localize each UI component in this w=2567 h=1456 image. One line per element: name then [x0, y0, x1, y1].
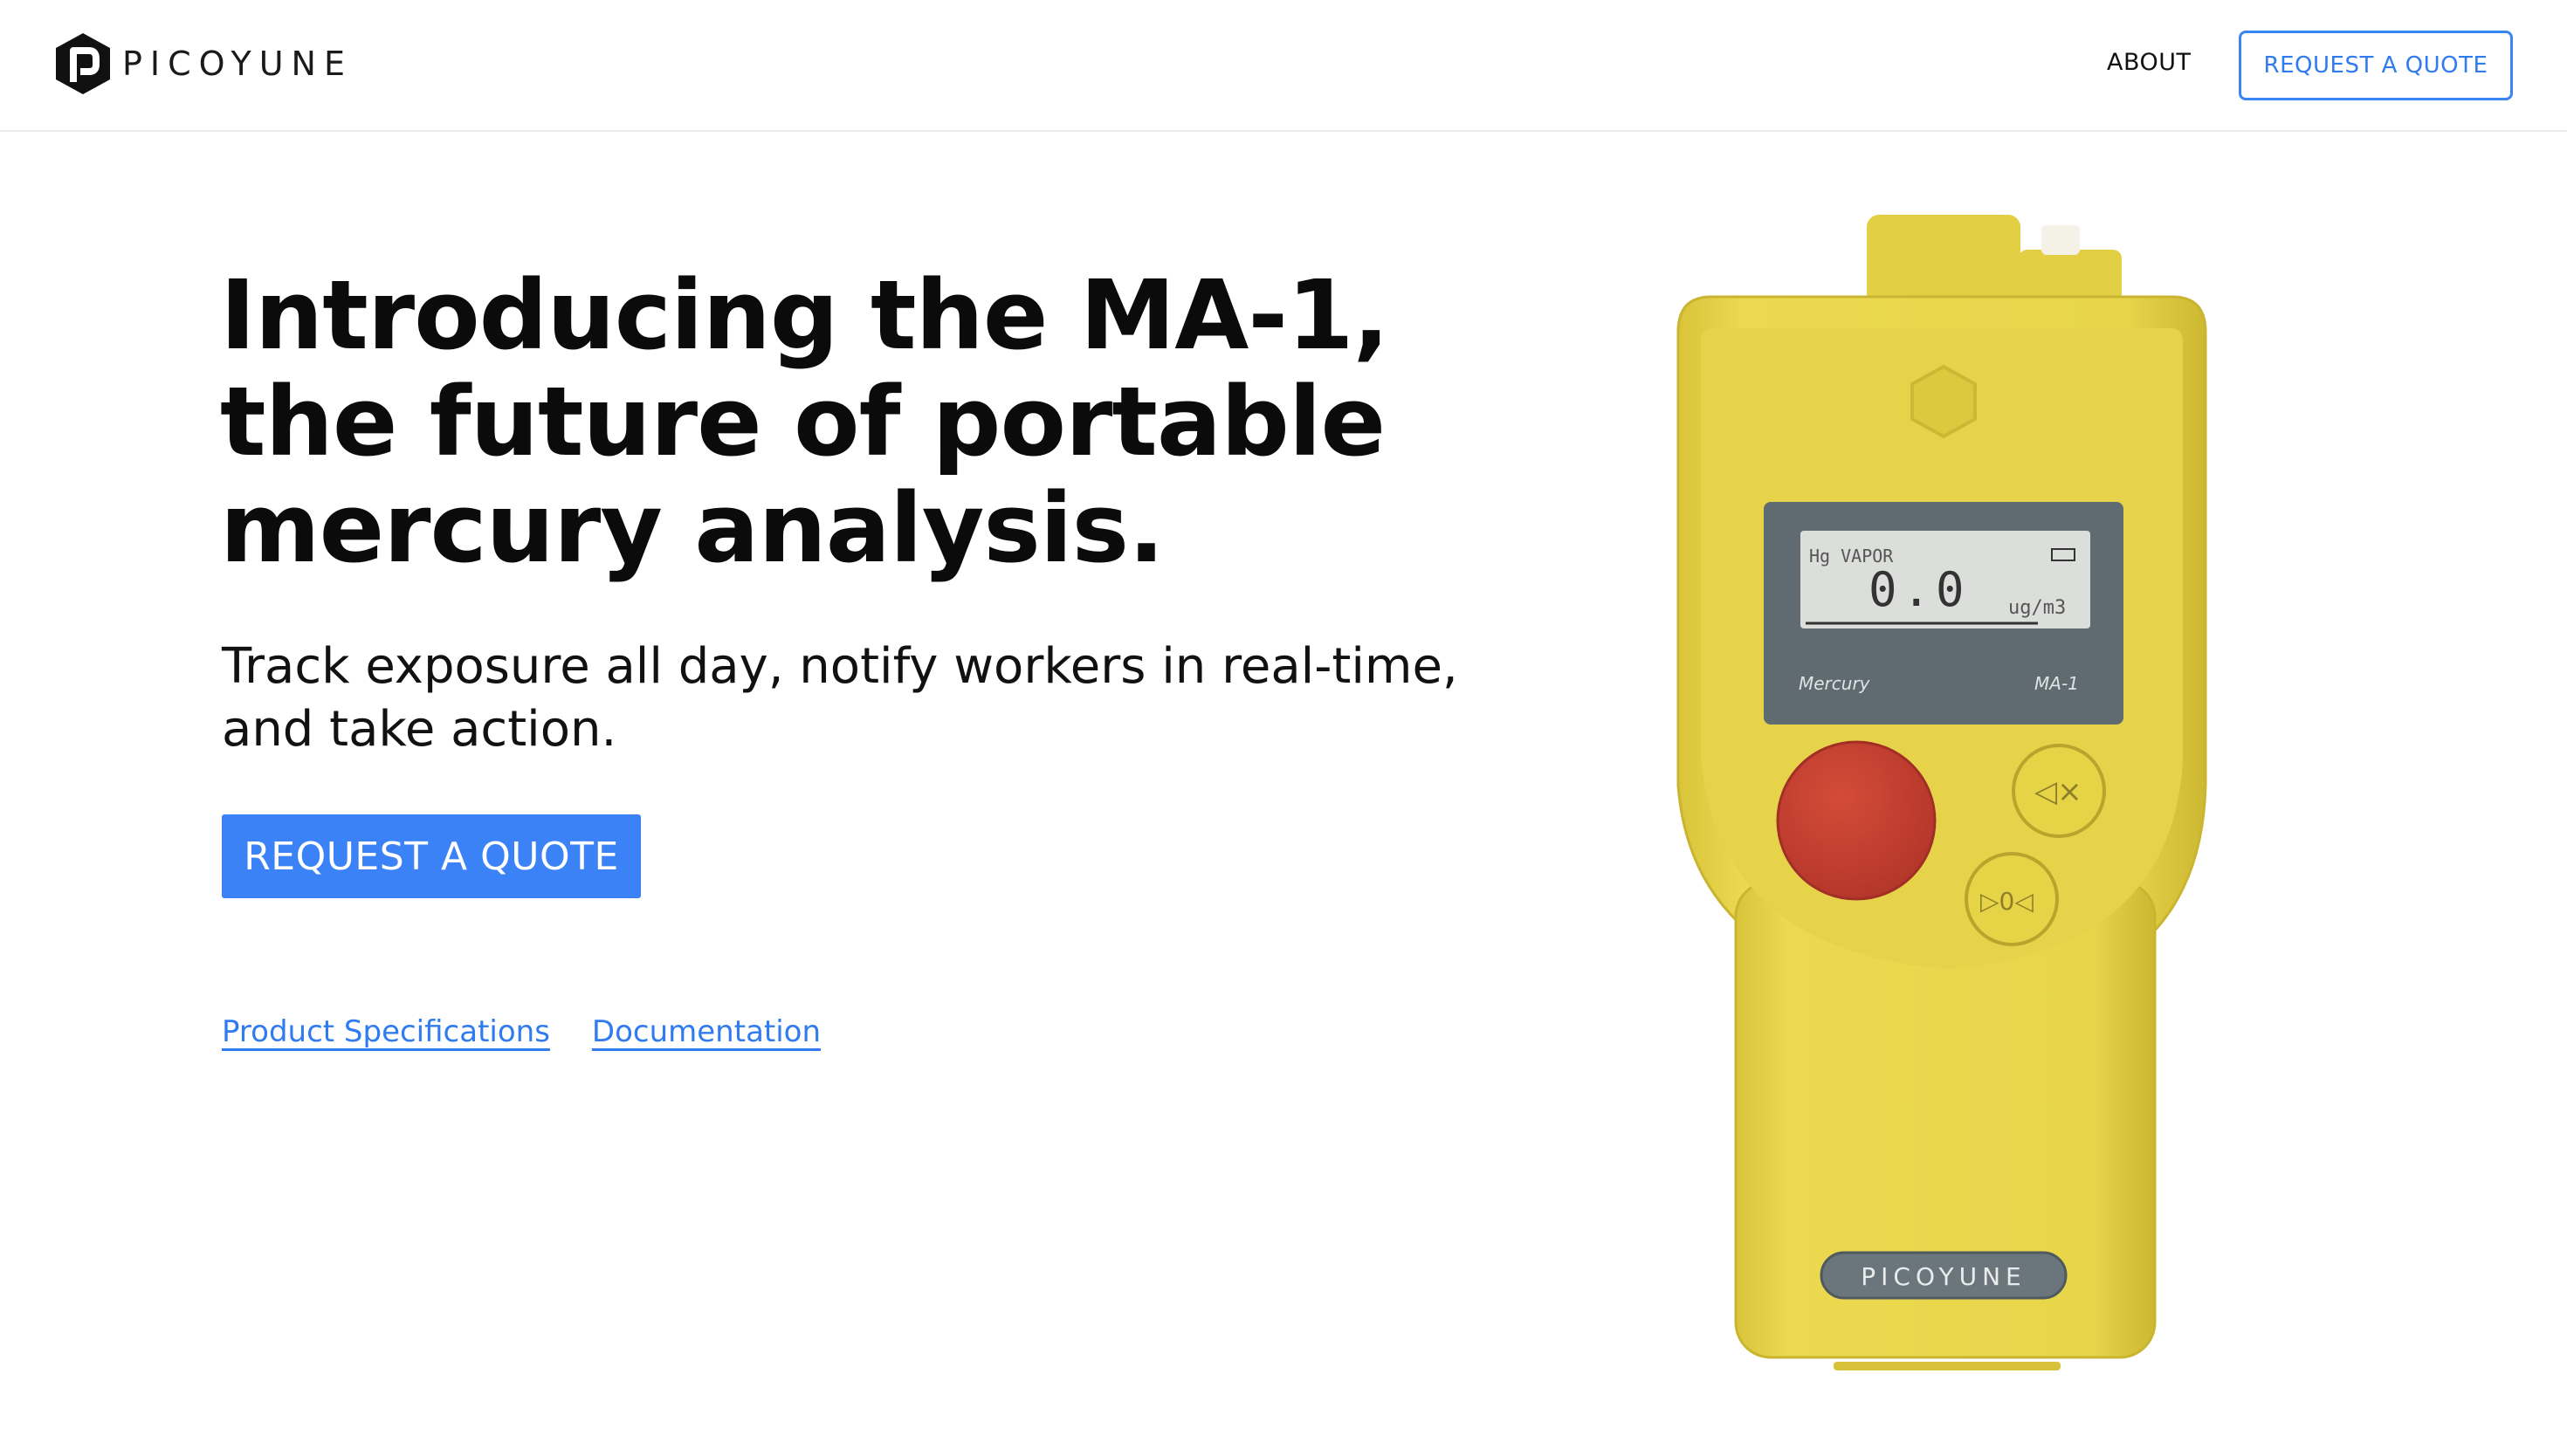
- headline-line: the future of portable: [220, 366, 1386, 477]
- hero-headline: Introducing the MA-1, the future of port…: [220, 262, 1442, 581]
- subhead-line: Track exposure all day, notify workers i…: [222, 638, 1458, 695]
- screen-unit: ug/m3: [2008, 597, 2066, 619]
- brand-name: PICOYUNE: [122, 45, 353, 83]
- screen-footer-right: MA-1: [2034, 673, 2079, 694]
- product-specifications-link[interactable]: Product Specifications: [222, 1014, 550, 1049]
- hero-links: Product Specifications Documentation: [222, 1014, 863, 1049]
- subhead-line: and take action.: [222, 701, 617, 758]
- screen-reading: 0.0: [1868, 562, 1970, 617]
- screen-footer-left: Mercury: [1799, 673, 1871, 694]
- hero-subhead: Track exposure all day, notify workers i…: [222, 635, 1488, 761]
- embossed-logo-icon: [1910, 364, 1977, 439]
- nav-about-link[interactable]: ABOUT: [2107, 49, 2192, 76]
- alarm-button: [1776, 740, 1937, 901]
- ma1-device-image: Hg VAPOR 0.0 ug/m3 Mercury MA-1 ◁× ▷0◁ P…: [1676, 215, 2207, 1370]
- site-header: PICOYUNE ABOUT REQUEST A QUOTE: [0, 0, 2567, 132]
- mute-icon: ◁×: [2034, 774, 2082, 809]
- headline-line: Introducing the MA-1,: [220, 259, 1389, 371]
- nav-request-quote-button[interactable]: REQUEST A QUOTE: [2239, 31, 2513, 100]
- picoyune-logo-icon: [56, 33, 110, 94]
- headline-line: mercury analysis.: [220, 472, 1165, 584]
- brand-logo[interactable]: PICOYUNE: [54, 31, 353, 96]
- device-port-cap: [2041, 225, 2080, 255]
- plate-text: PICOYUNE: [1861, 1262, 2026, 1291]
- hero-request-quote-button[interactable]: REQUEST A QUOTE: [222, 814, 641, 898]
- device-base: [1834, 1362, 2061, 1370]
- documentation-link[interactable]: Documentation: [592, 1014, 821, 1049]
- zero-icon: ▷0◁: [1980, 887, 2034, 916]
